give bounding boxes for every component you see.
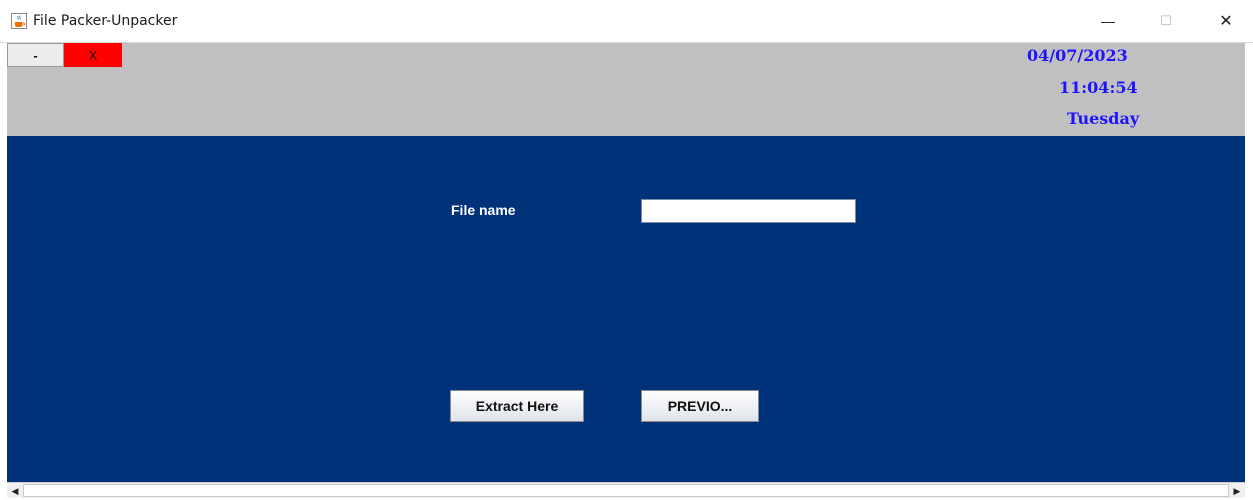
extract-here-button[interactable]: Extract Here [450,390,584,422]
minimize-icon: — [1101,13,1115,29]
exit-button[interactable]: X [64,43,122,67]
file-name-label: File name [451,202,516,218]
clock-time: 11:04:54 [1059,78,1138,97]
file-name-input[interactable] [641,199,856,223]
header-panel: - X 04/07/2023 11:04:54 Tuesday [7,43,1245,136]
clock-day: Tuesday [1067,109,1140,128]
scroll-right-icon[interactable]: ▶ [1229,483,1245,499]
clock-date: 04/07/2023 [1027,46,1128,65]
window-titlebar: File Packer-Unpacker — ☐ ✕ [0,0,1253,43]
java-cup-icon [11,13,27,29]
main-panel: File name Extract Here PREVIO... [7,136,1245,482]
scrollbar-thumb[interactable] [23,484,1229,497]
maximize-icon: ☐ [1160,13,1172,28]
window-title: File Packer-Unpacker [33,13,178,29]
window-close-button[interactable]: ✕ [1203,0,1249,42]
window-minimize-button[interactable]: — [1085,0,1131,42]
close-icon: ✕ [1219,13,1233,30]
minimize-button[interactable]: - [7,43,64,67]
window-maximize-button[interactable]: ☐ [1143,0,1189,42]
horizontal-scrollbar[interactable]: ◀ ▶ [7,482,1245,498]
scroll-left-icon[interactable]: ◀ [7,483,23,499]
previous-button[interactable]: PREVIO... [641,390,759,422]
